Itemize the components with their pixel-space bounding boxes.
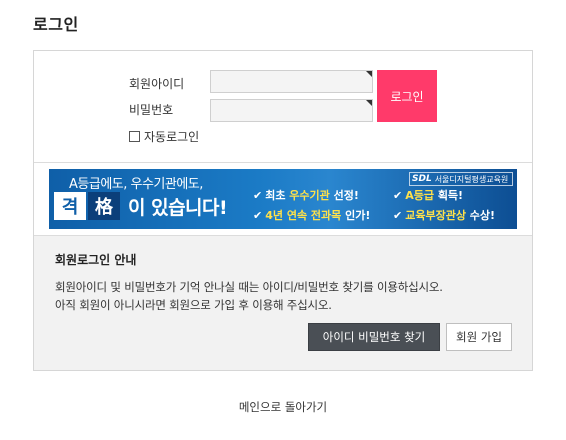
login-form: 회원아이디 비밀번호 로그인 자동로그인: [34, 51, 532, 163]
page-title: 로그인: [33, 15, 79, 34]
login-info: 회원로그인 안내 회원아이디 및 비밀번호가 기억 안나실 때는 아이디/비밀번…: [34, 235, 532, 370]
find-id-password-button[interactable]: 아이디 비밀번호 찾기: [308, 323, 440, 351]
banner-claim: ✔ A등급 획득!: [393, 187, 463, 203]
claim-prefix: 최초: [265, 189, 290, 202]
id-field[interactable]: [210, 70, 373, 93]
claim-suffix: 선정!: [329, 189, 359, 202]
banner-claim: ✔ 교육부장관상 수상!: [393, 207, 495, 223]
banner-ending: 이 있습니다!: [128, 196, 228, 219]
promo-banner[interactable]: A등급에도, 우수기관에도, 격 格 이 있습니다! SDL 서울디지털평생교육…: [49, 169, 517, 229]
sdl-logo-sub: 서울디지털평생교육원: [434, 174, 509, 184]
info-text-2: 아직 회원이 아니시라면 회원으로 가입 후 이용해 주십시오.: [55, 298, 332, 312]
claim-highlight: 우수기관: [289, 189, 330, 202]
password-field-wrap: [210, 99, 373, 122]
claim-suffix: 수상!: [465, 209, 496, 222]
join-button[interactable]: 회원 가입: [446, 323, 512, 351]
auto-login-label: 자동로그인: [144, 130, 200, 144]
sdl-logo-text: SDL: [412, 174, 432, 184]
back-to-main-link[interactable]: 메인으로 돌아가기: [0, 399, 566, 415]
login-box: 회원아이디 비밀번호 로그인 자동로그인 A등급에도, 우수기관에도, 격 格 …: [33, 50, 533, 371]
claim-highlight: 4년 연속 전과목: [265, 209, 342, 222]
required-corner-icon: [366, 100, 372, 106]
id-label: 회원아이디: [129, 77, 185, 91]
required-corner-icon: [366, 71, 372, 77]
banner-claim: ✔ 최초 우수기관 선정!: [253, 187, 359, 203]
banner-headline: A등급에도, 우수기관에도,: [69, 177, 203, 192]
banner-slogan: 격 格 이 있습니다!: [54, 192, 228, 220]
info-text-1: 회원아이디 및 비밀번호가 기억 안나실 때는 아이디/비밀번호 찾기를 이용하…: [55, 280, 443, 294]
sdl-logo: SDL 서울디지털평생교육원: [409, 172, 513, 186]
auto-login[interactable]: 자동로그인: [129, 128, 199, 145]
id-field-wrap: [210, 70, 373, 93]
check-icon: ✔: [393, 209, 403, 222]
auto-login-checkbox[interactable]: [129, 131, 140, 142]
banner-claim: ✔ 4년 연속 전과목 인가!: [253, 207, 370, 223]
password-field[interactable]: [210, 99, 373, 122]
claim-suffix: 획득!: [433, 189, 464, 202]
login-button[interactable]: 로그인: [377, 70, 437, 122]
claim-highlight: A등급: [405, 189, 434, 202]
claim-highlight: 교육부장관상: [405, 209, 466, 222]
check-icon: ✔: [393, 189, 403, 202]
claim-suffix: 인가!: [341, 209, 371, 222]
password-label: 비밀번호: [129, 103, 174, 117]
info-title: 회원로그인 안내: [55, 253, 137, 267]
check-icon: ✔: [253, 189, 263, 202]
check-icon: ✔: [253, 209, 263, 222]
banner-char-2: 格: [88, 192, 120, 220]
banner-char-1: 격: [54, 192, 86, 220]
